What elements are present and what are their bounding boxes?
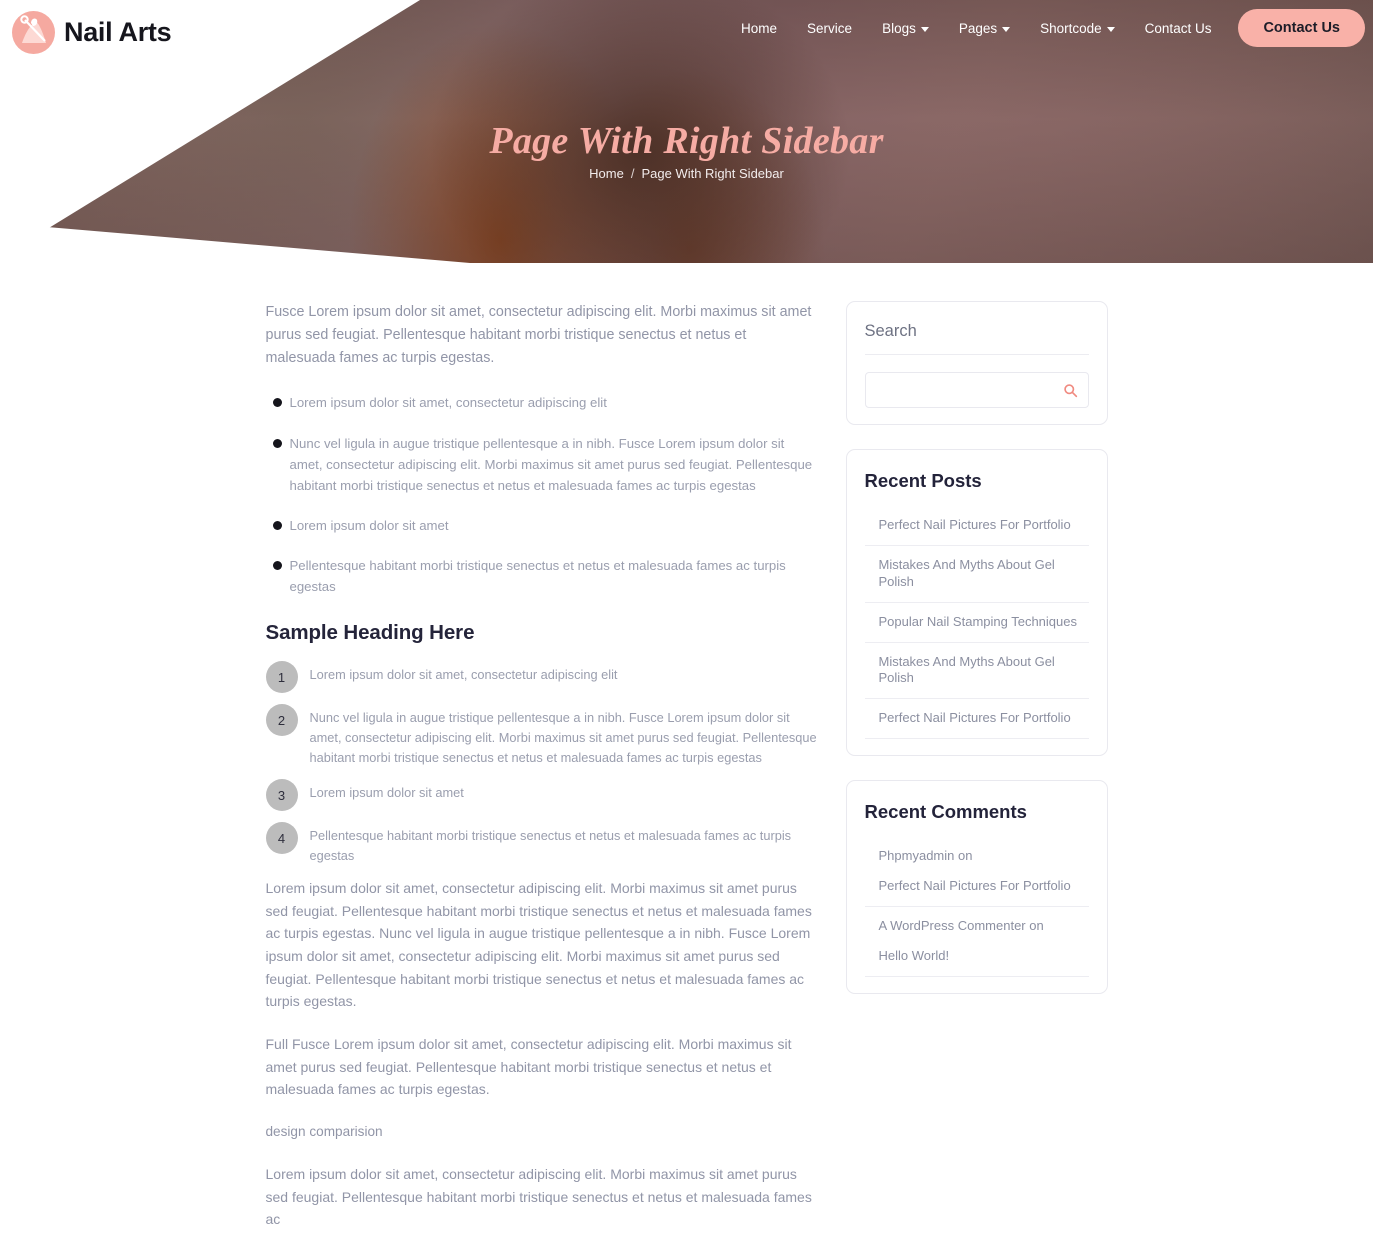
list-item: Lorem ipsum dolor sit amet, consectetur … bbox=[266, 392, 818, 413]
list-item: 4 Pellentesque habitant morbi tristique … bbox=[265, 822, 818, 866]
nav-item-shortcode[interactable]: Shortcode bbox=[1025, 15, 1130, 42]
breadcrumb-separator: / bbox=[630, 166, 635, 181]
nav-item-blogs[interactable]: Blogs bbox=[867, 15, 944, 42]
list-item[interactable]: Perfect Nail Pictures For Portfolio bbox=[864, 699, 1089, 740]
breadcrumb-current: Page With Right Sidebar bbox=[641, 166, 784, 181]
lead-paragraph: Fusce Lorem ipsum dolor sit amet, consec… bbox=[265, 304, 812, 367]
list-item: 2 Nunc vel ligula in augue tristique pel… bbox=[265, 704, 818, 768]
main-content: Fusce Lorem ipsum dolor sit amet, consec… bbox=[265, 301, 818, 1251]
nav-label: Service bbox=[807, 20, 853, 36]
list-number-badge: 2 bbox=[265, 704, 298, 737]
list-item-text: Nunc vel ligula in augue tristique pelle… bbox=[309, 710, 817, 766]
list-number-badge: 4 bbox=[265, 822, 298, 855]
body-paragraph-1: Lorem ipsum dolor sit amet, consectetur … bbox=[265, 880, 812, 1010]
list-item[interactable]: Mistakes And Myths About Gel Polish bbox=[864, 643, 1089, 700]
nav-item-home[interactable]: Home bbox=[726, 15, 792, 42]
nav-item-contact-us[interactable]: Contact Us bbox=[1130, 15, 1227, 42]
list-item[interactable]: Popular Nail Stamping Techniques bbox=[864, 603, 1089, 643]
brand-logo[interactable]: Nail Arts bbox=[12, 11, 172, 54]
recent-posts-title: Recent Posts bbox=[864, 470, 982, 491]
list-item-text: Lorem ipsum dolor sit amet, consectetur … bbox=[309, 667, 618, 683]
list-item: A WordPress Commenter on Hello World! bbox=[864, 907, 1089, 977]
nav-item-service[interactable]: Service bbox=[792, 15, 867, 42]
nail-polish-brush-icon bbox=[12, 11, 55, 54]
body-paragraph-4: Lorem ipsum dolor sit amet, consectetur … bbox=[265, 1165, 812, 1228]
search-widget-title: Search bbox=[864, 322, 1089, 355]
list-item: Phpmyadmin on Perfect Nail Pictures For … bbox=[864, 837, 1089, 908]
list-item: 3 Lorem ipsum dolor sit amet bbox=[265, 779, 818, 812]
search-input[interactable] bbox=[865, 373, 1088, 407]
chevron-down-icon bbox=[1106, 26, 1115, 32]
numbered-list: 1 Lorem ipsum dolor sit amet, consectetu… bbox=[265, 661, 818, 866]
contact-us-button[interactable]: Contact Us bbox=[1238, 9, 1365, 47]
nav-label: Pages bbox=[958, 20, 998, 36]
recent-posts-widget: Recent Posts Perfect Nail Pictures For P… bbox=[845, 449, 1108, 757]
recent-comments-widget: Recent Comments Phpmyadmin on Perfect Na… bbox=[845, 780, 1108, 994]
breadcrumb-home[interactable]: Home bbox=[589, 166, 624, 181]
page-body: Fusce Lorem ipsum dolor sit amet, consec… bbox=[0, 263, 1373, 1251]
sidebar: Search Recent Posts Perfect Nail Picture… bbox=[845, 301, 1108, 1018]
chevron-down-icon bbox=[1002, 26, 1011, 32]
list-number-badge: 1 bbox=[265, 661, 298, 694]
chevron-down-icon bbox=[920, 26, 929, 32]
search-icon[interactable] bbox=[1062, 381, 1080, 399]
list-item: 1 Lorem ipsum dolor sit amet, consectetu… bbox=[265, 661, 818, 694]
page-title: Page With Right Sidebar bbox=[489, 120, 884, 162]
hero-banner: Nail Arts Home Service Blogs Pages Short… bbox=[0, 0, 1373, 263]
nav-item-pages[interactable]: Pages bbox=[944, 15, 1025, 42]
comment-post-link[interactable]: Hello World! bbox=[864, 944, 1089, 977]
comment-author[interactable]: Phpmyadmin on bbox=[865, 837, 1089, 874]
list-item-text: Pellentesque habitant morbi tristique se… bbox=[309, 828, 792, 864]
recent-posts-list: Perfect Nail Pictures For Portfolio Mist… bbox=[864, 506, 1089, 740]
search-box[interactable] bbox=[864, 372, 1089, 408]
body-paragraph-3: design comparision bbox=[265, 1124, 383, 1140]
comment-author[interactable]: A WordPress Commenter on bbox=[865, 907, 1089, 944]
list-number-badge: 3 bbox=[265, 779, 298, 812]
nav-label: Shortcode bbox=[1040, 20, 1102, 36]
brand-name: Nail Arts bbox=[64, 17, 172, 47]
body-paragraph-2: Full Fusce Lorem ipsum dolor sit amet, c… bbox=[265, 1036, 792, 1098]
list-item: Pellentesque habitant morbi tristique se… bbox=[266, 555, 818, 597]
list-item: Lorem ipsum dolor sit amet bbox=[266, 515, 818, 536]
nav-label: Contact Us bbox=[1144, 20, 1212, 36]
breadcrumb: Home / Page With Right Sidebar bbox=[0, 166, 1373, 181]
list-item-text: Lorem ipsum dolor sit amet bbox=[309, 785, 464, 801]
nav-label: Blogs bbox=[882, 20, 916, 36]
bullet-list: Lorem ipsum dolor sit amet, consectetur … bbox=[266, 392, 818, 597]
main-navigation: Home Service Blogs Pages Shortcode Conta… bbox=[726, 0, 1365, 56]
list-item: Nunc vel ligula in augue tristique pelle… bbox=[266, 433, 818, 496]
nav-label: Home bbox=[741, 20, 778, 36]
recent-comments-title: Recent Comments bbox=[864, 801, 1027, 823]
comment-post-link[interactable]: Perfect Nail Pictures For Portfolio bbox=[864, 874, 1089, 908]
list-item[interactable]: Perfect Nail Pictures For Portfolio bbox=[864, 506, 1089, 546]
list-item[interactable]: Mistakes And Myths About Gel Polish bbox=[864, 546, 1089, 603]
section-heading: Sample Heading Here bbox=[265, 621, 475, 645]
recent-comments-list: Phpmyadmin on Perfect Nail Pictures For … bbox=[864, 837, 1089, 977]
search-widget: Search bbox=[845, 301, 1108, 425]
